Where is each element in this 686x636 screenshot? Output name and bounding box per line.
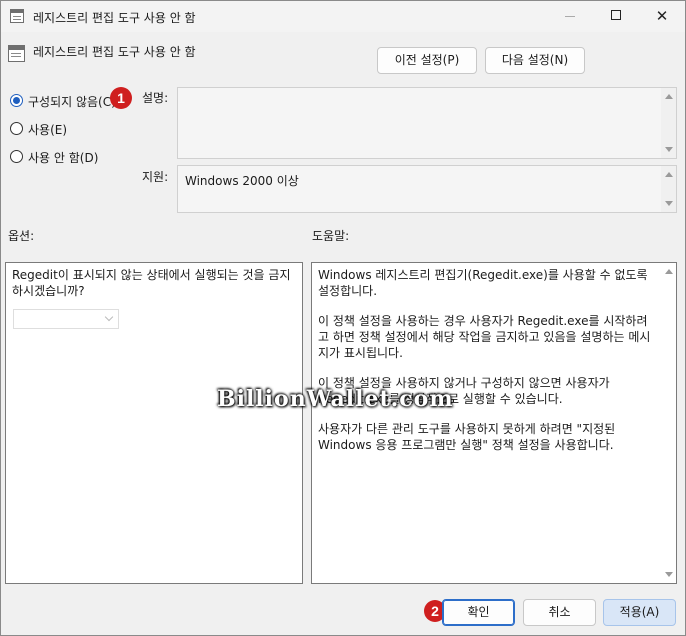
annotation-badge-1: 1 [110,87,132,109]
help-paragraph: 사용자가 다른 관리 도구를 사용하지 못하게 하려면 "지정된 Windows… [318,422,616,452]
maximize-button[interactable] [593,1,639,32]
title-bar: 레지스트리 편집 도구 사용 안 함 ✕ [1,1,685,32]
help-paragraph: 이 정책 설정을 사용하는 경우 사용자가 Regedit.exe를 시작하려고… [318,314,651,360]
radio-label: 사용(E) [28,123,68,137]
cancel-button[interactable]: 취소 [523,599,596,626]
minimize-icon [565,15,575,17]
description-scrollbar[interactable] [661,88,676,158]
chevron-down-icon [104,312,114,322]
prev-setting-button[interactable]: 이전 설정(P) [377,47,477,74]
scroll-down-icon[interactable] [665,572,673,577]
maximize-icon [611,10,621,20]
apply-button[interactable]: 적용(A) [603,599,676,626]
options-panel: Regedit이 표시되지 않는 상태에서 실행되는 것을 금지하시겠습니까? [5,262,303,584]
supported-text: Windows 2000 이상 [185,174,299,188]
radio-label: 구성되지 않음(C) [28,95,116,109]
close-button[interactable]: ✕ [639,1,685,32]
scroll-down-icon[interactable] [665,201,673,206]
options-dropdown[interactable] [13,309,119,329]
scroll-up-icon[interactable] [665,269,673,274]
help-label: 도움말: [312,229,350,243]
radio-dot [10,94,23,107]
window-title: 레지스트리 편집 도구 사용 안 함 [33,11,196,25]
description-box [177,87,677,159]
options-question: Regedit이 표시되지 않는 상태에서 실행되는 것을 금지하시겠습니까? [12,268,291,298]
scroll-down-icon[interactable] [665,147,673,152]
supported-label: 지원: [142,170,169,184]
help-scrollbar[interactable] [661,263,676,583]
setting-icon [8,45,25,62]
scroll-up-icon[interactable] [665,172,673,177]
help-panel: Windows 레지스트리 편집기(Regedit.exe)를 사용할 수 없도… [311,262,677,584]
options-label: 옵션: [8,229,35,243]
ok-button[interactable]: 확인 [442,599,515,626]
setting-title: 레지스트리 편집 도구 사용 안 함 [33,45,196,59]
scroll-up-icon[interactable] [665,94,673,99]
next-setting-button[interactable]: 다음 설정(N) [485,47,585,74]
policy-icon [10,9,24,23]
supported-scrollbar[interactable] [661,166,676,212]
minimize-button[interactable] [547,1,593,32]
help-paragraph: Windows 레지스트리 편집기(Regedit.exe)를 사용할 수 없도… [318,268,648,298]
help-text: Windows 레지스트리 편집기(Regedit.exe)를 사용할 수 없도… [318,267,656,467]
watermark: BillionWallet.com [217,386,454,412]
radio-label: 사용 안 함(D) [28,151,99,165]
supported-box: Windows 2000 이상 [177,165,677,213]
radio-dot [10,122,23,135]
policy-dialog-window: 레지스트리 편집 도구 사용 안 함 ✕ 레지스트리 편집 도구 사용 안 함 … [0,0,686,636]
description-label: 설명: [142,91,169,105]
radio-dot [10,150,23,163]
close-icon: ✕ [655,7,669,25]
